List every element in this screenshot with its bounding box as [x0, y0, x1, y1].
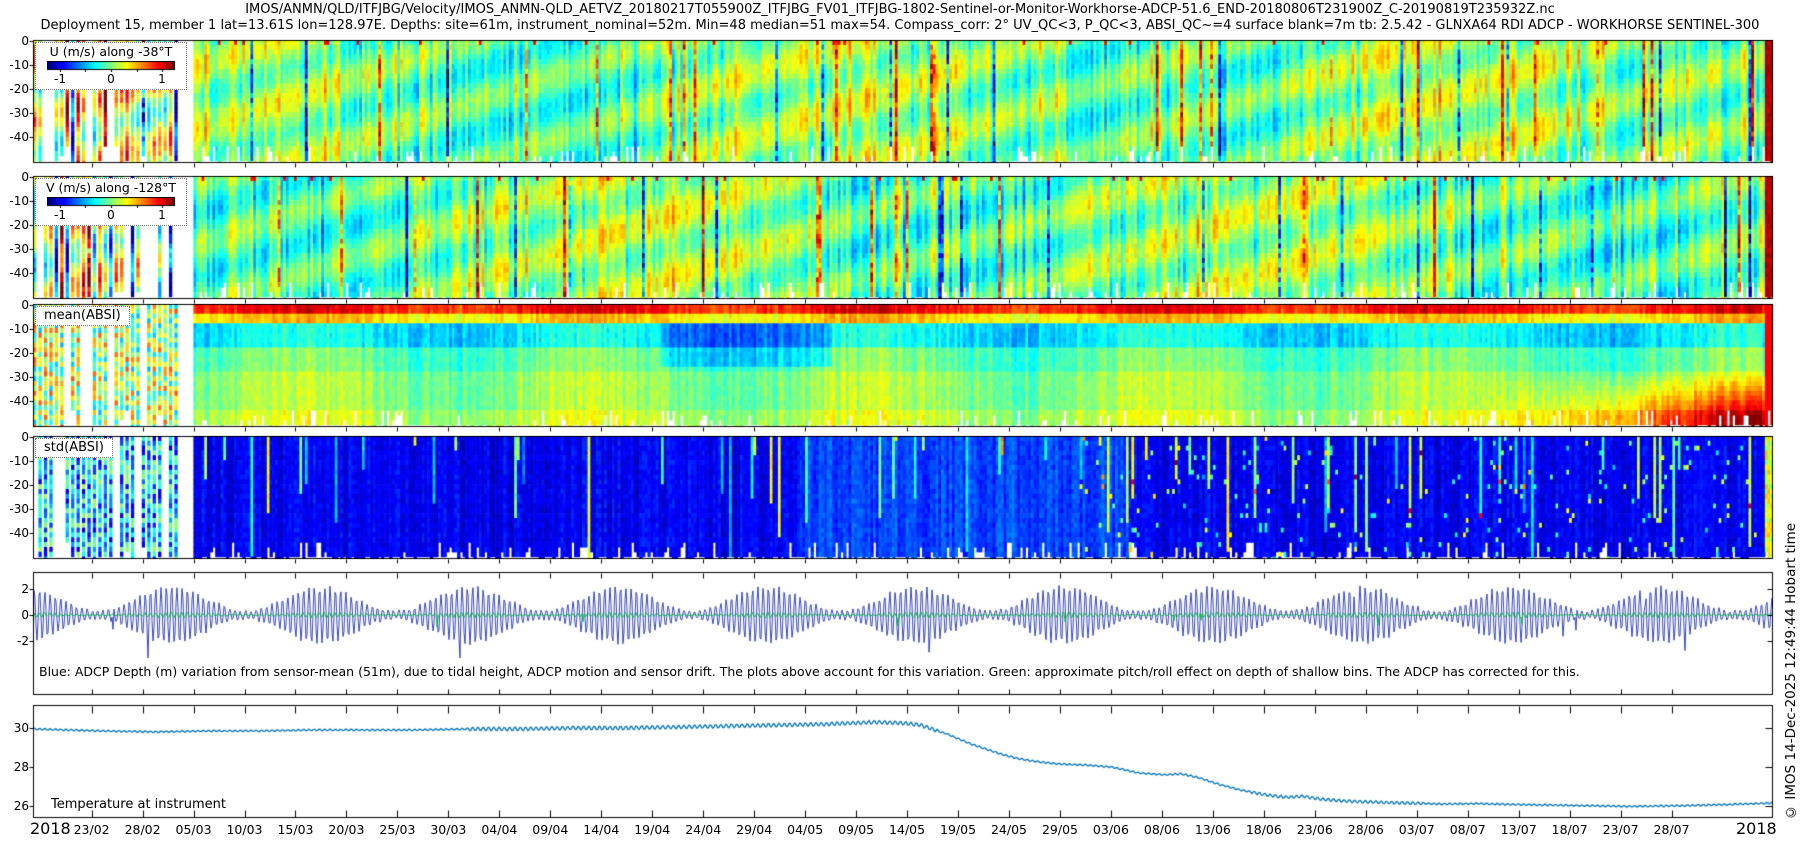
- y-tick-label: 0: [1, 170, 29, 184]
- colorbar-tick-label: 1: [158, 208, 166, 222]
- y-tick-label: 30: [1, 721, 29, 735]
- temperature-label: Temperature at instrument: [51, 797, 226, 812]
- y-tick-label: -20: [1, 346, 29, 360]
- x-tick-label: 20/03: [318, 822, 374, 837]
- x-tick-label: 14/05: [879, 822, 935, 837]
- x-tick-label: 18/06: [1236, 822, 1292, 837]
- u-velocity-heatmap: [33, 40, 1773, 163]
- y-tick-label: -10: [1, 58, 29, 72]
- x-tick-label: 23/06: [1287, 822, 1343, 837]
- y-tick-label: -40: [1, 266, 29, 280]
- v-colorbar-legend: V (m/s) along -128°T -1 0 1: [35, 178, 187, 226]
- u-colorbar-legend: U (m/s) along -38°T -1 0 1: [35, 42, 187, 90]
- x-tick-label: 19/04: [624, 822, 680, 837]
- adcp-figure: IMOS/ANMN/QLD/ITFJBG/Velocity/IMOS_ANMN-…: [0, 0, 1800, 850]
- y-tick-label: 0: [1, 430, 29, 444]
- x-tick-label: 28/02: [115, 822, 171, 837]
- x-tick-label: 08/07: [1440, 822, 1496, 837]
- mean-absi-label: mean(ABSI): [35, 306, 130, 326]
- y-tick-label: -10: [1, 322, 29, 336]
- x-tick-label: 03/06: [1083, 822, 1139, 837]
- mean-absi-heatmap: [33, 304, 1773, 427]
- x-tick-label: 30/03: [420, 822, 476, 837]
- x-tick-label: 23/02: [64, 822, 120, 837]
- std-absi-heatmap: [33, 436, 1773, 559]
- panel-temperature: Temperature at instrument: [33, 705, 1773, 818]
- x-tick-label: 05/03: [166, 822, 222, 837]
- y-tick-label: 2: [1, 582, 29, 596]
- std-absi-label: std(ABSI): [35, 438, 113, 458]
- y-tick-label: -30: [1, 106, 29, 120]
- x-tick-label: 29/04: [726, 822, 782, 837]
- u-legend-title: U (m/s) along -38°T: [36, 44, 186, 59]
- panel-u-velocity: U (m/s) along -38°T -1 0 1: [33, 40, 1773, 163]
- x-tick-label: 29/05: [1032, 822, 1088, 837]
- panel-std-absi: std(ABSI): [33, 436, 1773, 559]
- y-tick-label: -30: [1, 370, 29, 384]
- x-tick-label: 09/04: [522, 822, 578, 837]
- colorbar-tick-label: -1: [54, 72, 66, 86]
- x-tick-label: 08/06: [1134, 822, 1190, 837]
- x-tick-label: 14/04: [573, 822, 629, 837]
- x-tick-label: 24/05: [981, 822, 1037, 837]
- y-tick-label: -10: [1, 454, 29, 468]
- x-tick-label: 18/07: [1542, 822, 1598, 837]
- y-tick-label: -20: [1, 478, 29, 492]
- colorbar-tick-label: -1: [54, 208, 66, 222]
- x-tick-label: 19/05: [930, 822, 986, 837]
- x-tick-label: 23/07: [1593, 822, 1649, 837]
- depth-variation-caption: Blue: ADCP Depth (m) variation from sens…: [39, 664, 1580, 679]
- v-legend-title: V (m/s) along -128°T: [36, 180, 186, 195]
- colorbar-tick-label: 1: [158, 72, 166, 86]
- y-tick-label: 0: [1, 608, 29, 622]
- y-tick-label: 28: [1, 760, 29, 774]
- y-tick-label: -10: [1, 194, 29, 208]
- x-tick-label: 15/03: [267, 822, 323, 837]
- panel-depth-variation: Blue: ADCP Depth (m) variation from sens…: [33, 572, 1773, 695]
- figure-title: IMOS/ANMN/QLD/ITFJBG/Velocity/IMOS_ANMN-…: [0, 2, 1800, 17]
- panel-mean-absi: mean(ABSI): [33, 304, 1773, 427]
- y-tick-label: 0: [1, 298, 29, 312]
- colorbar-tick-label: 0: [107, 72, 115, 86]
- x-tick-label: 24/04: [675, 822, 731, 837]
- x-tick-label: 04/04: [471, 822, 527, 837]
- temperature-plot: [33, 705, 1773, 818]
- y-tick-label: 26: [1, 799, 29, 813]
- figure-subtitle: Deployment 15, member 1 lat=13.61S lon=1…: [0, 18, 1800, 33]
- x-tick-label: 10/03: [217, 822, 273, 837]
- x-tick-label: 04/05: [777, 822, 833, 837]
- y-tick-label: -40: [1, 394, 29, 408]
- y-tick-label: -20: [1, 82, 29, 96]
- y-tick-label: -30: [1, 242, 29, 256]
- u-colorbar-ticks: -1 0 1: [36, 72, 186, 86]
- v-velocity-heatmap: [33, 176, 1773, 299]
- v-colorbar: [47, 197, 175, 208]
- year-label-end: 2018: [1736, 819, 1777, 838]
- u-colorbar: [47, 61, 175, 72]
- x-tick-label: 09/05: [828, 822, 884, 837]
- y-tick-label: -20: [1, 218, 29, 232]
- x-tick-label: 03/07: [1389, 822, 1445, 837]
- y-tick-label: -40: [1, 526, 29, 540]
- y-tick-label: -2: [1, 634, 29, 648]
- v-colorbar-ticks: -1 0 1: [36, 208, 186, 222]
- y-tick-label: -40: [1, 130, 29, 144]
- panel-v-velocity: V (m/s) along -128°T -1 0 1: [33, 176, 1773, 299]
- y-tick-label: 0: [1, 34, 29, 48]
- x-tick-label: 28/06: [1338, 822, 1394, 837]
- imos-watermark: © IMOS 14-Dec-2025 12:49:44 Hobart time: [1783, 523, 1799, 820]
- y-tick-label: -30: [1, 502, 29, 516]
- colorbar-tick-label: 0: [107, 208, 115, 222]
- x-tick-label: 28/07: [1644, 822, 1700, 837]
- x-tick-label: 25/03: [369, 822, 425, 837]
- x-tick-label: 13/06: [1185, 822, 1241, 837]
- x-tick-label: 13/07: [1491, 822, 1547, 837]
